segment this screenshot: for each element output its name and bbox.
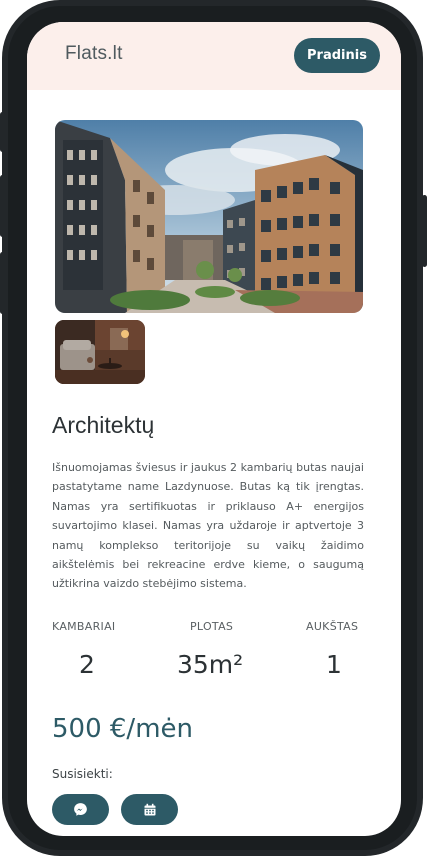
stat-label-rooms: KAMBARIAI bbox=[52, 620, 116, 633]
stat-label-area: PLOTAS bbox=[190, 620, 234, 633]
messenger-icon bbox=[74, 803, 87, 816]
screen: Flats.lt Pradinis Architektų Išnuomojama… bbox=[27, 22, 401, 836]
thumbnail-image[interactable] bbox=[55, 320, 145, 384]
contact-label: Susisiekti: bbox=[52, 767, 113, 781]
side-button-left-2 bbox=[0, 175, 5, 237]
interior-photo bbox=[55, 320, 145, 384]
listing-title: Architektų bbox=[52, 412, 155, 438]
brand-logo[interactable]: Flats.lt bbox=[65, 43, 123, 65]
top-bar: Flats.lt Pradinis bbox=[27, 22, 401, 90]
side-button-left-3 bbox=[0, 252, 5, 314]
messenger-button[interactable] bbox=[52, 794, 109, 825]
calendar-button[interactable] bbox=[121, 794, 178, 825]
stat-value-floor: 1 bbox=[326, 650, 342, 679]
home-button[interactable]: Pradinis bbox=[294, 38, 380, 73]
building-photo bbox=[55, 120, 363, 313]
listing-price: 500 €/mėn bbox=[52, 714, 193, 744]
side-button-right bbox=[422, 195, 427, 267]
stat-value-rooms: 2 bbox=[79, 650, 95, 679]
listing-description: Išnuomojamas šviesus ir jaukus 2 kambari… bbox=[52, 461, 364, 591]
side-button-left-1 bbox=[0, 112, 5, 152]
stat-value-area: 35m² bbox=[177, 650, 244, 679]
main-photo[interactable] bbox=[55, 120, 363, 313]
stat-label-floor: AUKŠTAS bbox=[306, 620, 359, 633]
calendar-icon bbox=[144, 803, 155, 815]
